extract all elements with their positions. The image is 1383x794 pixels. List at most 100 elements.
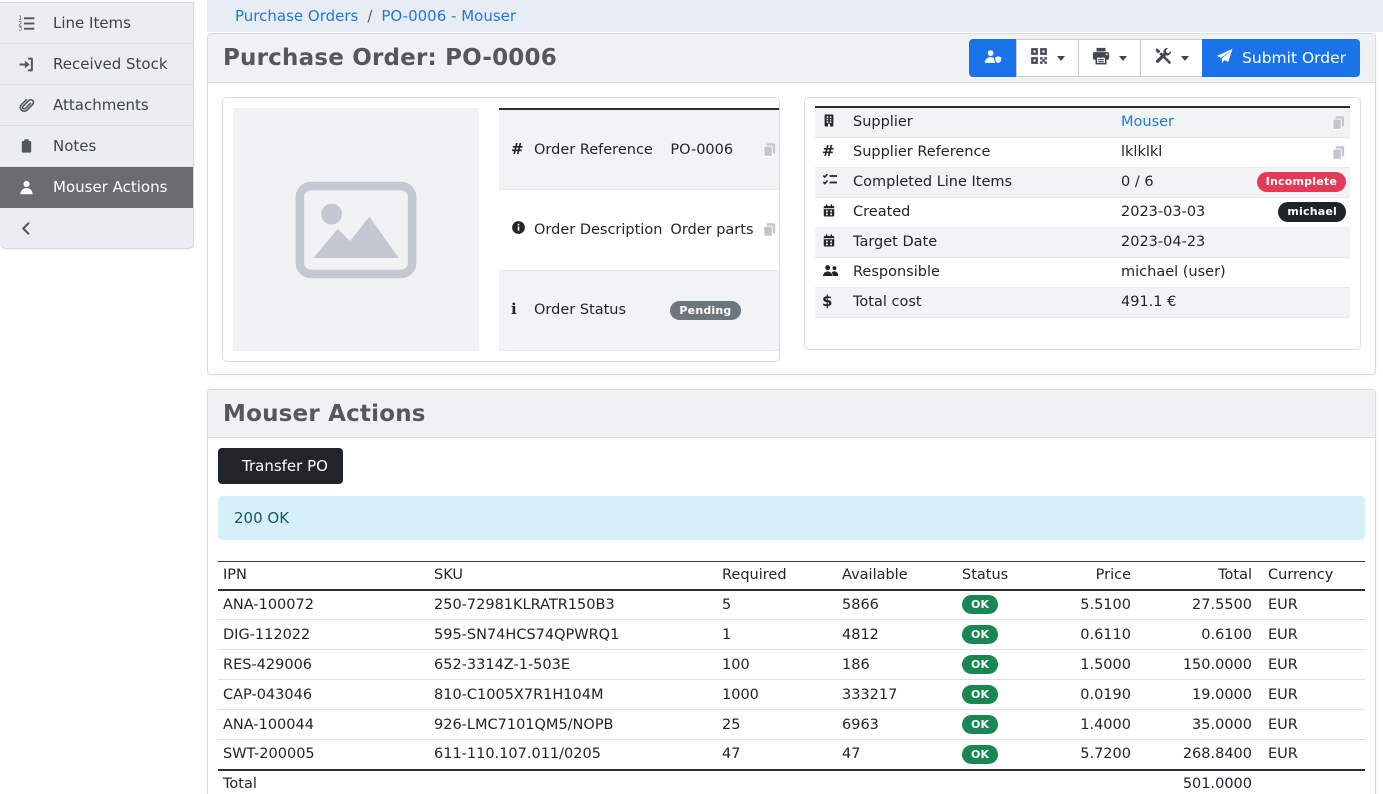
building-icon <box>822 116 836 132</box>
cell-status: OK <box>954 680 1049 710</box>
detail-row: $Total cost491.1 € <box>815 287 1350 317</box>
sidebar-item-label: Notes <box>53 137 96 155</box>
detail-row <box>815 317 1350 339</box>
admin-view-button[interactable] <box>969 39 1017 77</box>
total-value: 501.0000 <box>1139 770 1260 794</box>
detail-label: Responsible <box>849 257 1117 287</box>
cell-currency: EUR <box>1260 620 1365 650</box>
hashtag-icon: # <box>822 144 835 160</box>
sidebar-nav: 123Line Items Received Stock Attachments No… <box>0 3 193 208</box>
table-row: RES-429006652-3314Z-1-503E100186OK1.5000… <box>218 650 1365 680</box>
table-row: ANA-100072250-72981KLRATR150B355866OK5.5… <box>218 590 1365 620</box>
cell-required: 5 <box>714 590 834 620</box>
cell-currency: EUR <box>1260 650 1365 680</box>
cell-ipn: SWT-200005 <box>218 740 426 770</box>
ok-status-badge: OK <box>962 745 998 764</box>
order-image-placeholder[interactable] <box>233 108 479 351</box>
cell-required: 47 <box>714 740 834 770</box>
cell-status: OK <box>954 590 1049 620</box>
detail-row: Order DescriptionOrder parts <box>499 190 779 271</box>
cell-ipn: RES-429006 <box>218 650 426 680</box>
detail-value: PO-0006 <box>670 142 733 158</box>
user-icon <box>15 179 37 196</box>
transfer-po-button[interactable]: Transfer PO <box>218 448 343 484</box>
ok-status-badge: OK <box>962 685 998 704</box>
cell-total: 268.8400 <box>1139 740 1260 770</box>
detail-value: Order parts <box>670 222 753 238</box>
cell-price: 0.0190 <box>1049 680 1139 710</box>
cell-sku: 652-3314Z-1-503E <box>426 650 714 680</box>
sidebar-item-label: Attachments <box>53 96 149 114</box>
caret-down-icon <box>1057 56 1065 61</box>
hashtag-icon: # <box>511 142 524 158</box>
cell-currency: EUR <box>1260 680 1365 710</box>
transfer-po-label: Transfer PO <box>242 457 328 475</box>
transfer-status-text: 200 OK <box>234 509 289 527</box>
sidebar-item-label: Received Stock <box>53 55 168 73</box>
tools-icon <box>1154 47 1172 69</box>
image-placeholder-icon <box>295 181 417 279</box>
column-header-required: Required <box>714 562 834 590</box>
column-header-sku: SKU <box>426 562 714 590</box>
mouser-actions-body: Transfer PO 200 OK IPNSKURequiredAvailab… <box>208 438 1375 794</box>
copy-icon[interactable] <box>1331 145 1346 160</box>
qrcode-icon <box>1030 47 1048 69</box>
caret-down-icon <box>1181 56 1189 61</box>
cell-sku: 595-SN74HCS74QPWRQ1 <box>426 620 714 650</box>
column-header-status: Status <box>954 562 1049 590</box>
barcode-actions-button[interactable] <box>1016 39 1079 77</box>
detail-label: Completed Line Items <box>849 167 1117 197</box>
cell-ipn: ANA-100072 <box>218 590 426 620</box>
detail-row: SupplierMouser <box>815 107 1350 137</box>
sidebar-item-attachments[interactable]: Attachments <box>0 85 193 126</box>
copy-icon[interactable] <box>762 142 777 157</box>
table-row: DIG-112022595-SN74HCS74QPWRQ114812OK0.61… <box>218 620 1365 650</box>
printer-icon <box>1092 47 1110 69</box>
main-content: Purchase Orders / PO-0006 - Mouser Purch… <box>207 0 1383 794</box>
cell-status: OK <box>954 740 1049 770</box>
order-actions-button[interactable] <box>1140 39 1203 77</box>
svg-text:3: 3 <box>18 25 22 31</box>
ok-status-badge: OK <box>962 655 998 674</box>
cell-required: 1 <box>714 620 834 650</box>
cell-available: 47 <box>834 740 954 770</box>
cell-sku: 250-72981KLRATR150B3 <box>426 590 714 620</box>
detail-row: Responsiblemichael (user) <box>815 257 1350 287</box>
incomplete-badge: Incomplete <box>1257 172 1346 191</box>
column-header-available: Available <box>834 562 954 590</box>
cell-required: 100 <box>714 650 834 680</box>
breadcrumb-link-purchase-orders[interactable]: Purchase Orders <box>235 7 358 25</box>
print-actions-button[interactable] <box>1078 39 1141 77</box>
detail-row: Completed Line Items0 / 6Incomplete <box>815 167 1350 197</box>
cell-total: 27.5500 <box>1139 590 1260 620</box>
breadcrumb-separator: / <box>367 7 372 25</box>
app-root: 123Line Items Received Stock Attachments No… <box>0 0 1383 794</box>
sidebar-item-line-items[interactable]: 123Line Items <box>0 3 193 44</box>
detail-value: lklklkl <box>1121 144 1162 160</box>
detail-value: 2023-04-23 <box>1121 234 1205 250</box>
sidebar-item-label: Mouser Actions <box>53 178 167 196</box>
cell-sku: 926-LMC7101QM5/NOPB <box>426 710 714 740</box>
detail-label: Supplier Reference <box>849 137 1117 167</box>
supplier-link[interactable]: Mouser <box>1121 114 1174 130</box>
sidebar-item-received-stock[interactable]: Received Stock <box>0 44 193 85</box>
paper-plane-icon <box>1216 48 1233 69</box>
ok-status-badge: OK <box>962 595 998 614</box>
purchase-order-panel: Purchase Order: PO-0006 Submit Order #Or… <box>207 33 1376 375</box>
order-actions-toolbar: Submit Order <box>969 39 1360 77</box>
sidebar-collapse-button[interactable] <box>0 208 193 248</box>
breadcrumb-link-current-order[interactable]: PO-0006 - Mouser <box>381 7 516 25</box>
info-icon: i <box>511 302 517 318</box>
submit-order-button[interactable]: Submit Order <box>1202 39 1360 77</box>
sidebar-item-notes[interactable]: Notes <box>0 126 193 167</box>
cell-currency: EUR <box>1260 710 1365 740</box>
calendar-icon <box>822 206 836 222</box>
sidebar-item-mouser-actions[interactable]: Mouser Actions <box>0 167 193 208</box>
cell-currency: EUR <box>1260 740 1365 770</box>
cell-price: 1.5000 <box>1049 650 1139 680</box>
detail-label: Created <box>849 197 1117 227</box>
copy-icon[interactable] <box>762 222 777 237</box>
purchase-order-panel-body: #Order ReferencePO-0006Order Description… <box>208 83 1375 374</box>
detail-value: 2023-03-03 <box>1121 204 1205 220</box>
copy-icon[interactable] <box>1331 115 1346 130</box>
